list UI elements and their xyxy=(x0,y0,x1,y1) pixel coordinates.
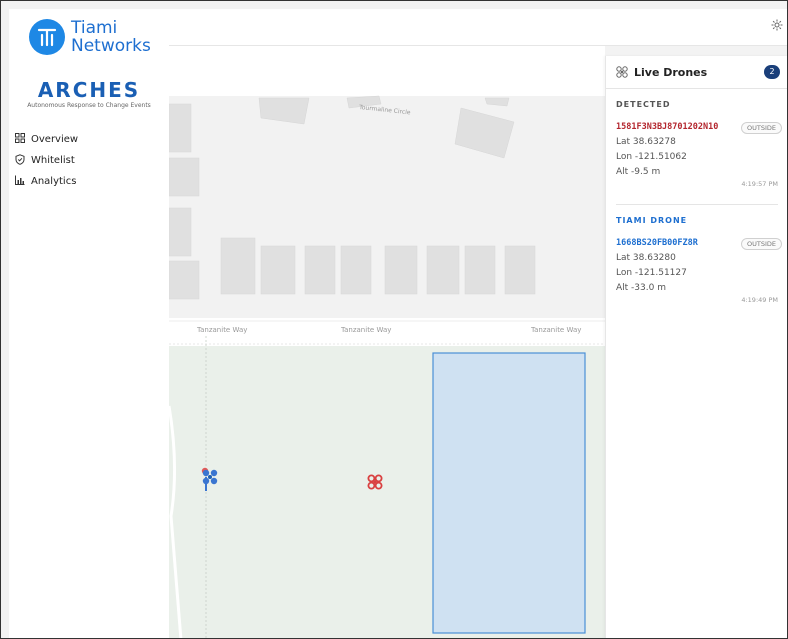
sidebar-item-label: Overview xyxy=(31,134,79,145)
tiami-logo: Tiami Networks xyxy=(29,19,151,55)
drone-lon: Lon -121.51062 xyxy=(616,152,687,162)
section-label: DETECTED xyxy=(616,100,671,109)
section-label: TIAMI DRONE xyxy=(616,216,688,225)
grid-icon xyxy=(13,133,27,146)
sidebar-item-overview[interactable]: Overview xyxy=(13,129,163,150)
sidebar-item-analytics[interactable]: Analytics xyxy=(13,171,163,192)
map-canvas: Tourmaline Circle Tanzanite Way Tanzanit… xyxy=(169,46,605,638)
map-view[interactable]: Tourmaline Circle Tanzanite Way Tanzanit… xyxy=(169,46,605,638)
logo-text: Tiami Networks xyxy=(71,19,151,55)
app-window: Tiami Networks ARCHES Autonomous Respons… xyxy=(0,0,788,639)
logo-line2: Networks xyxy=(71,36,151,56)
drone-card-tiami[interactable]: TIAMI DRONE 1668BS20FB00FZ8R OUTSIDE Lat… xyxy=(606,205,787,304)
drone-timestamp: 4:19:57 PM xyxy=(741,180,778,188)
street-label: Tanzanite Way xyxy=(530,326,581,334)
bar-chart-icon xyxy=(13,175,27,188)
panel-title: Live Drones xyxy=(634,65,708,79)
drone-card-detected[interactable]: DETECTED 1581F3N3BJ8701202N10 OUTSIDE La… xyxy=(606,89,787,205)
drone-lat: Lat 38.63280 xyxy=(616,253,676,263)
gear-icon[interactable] xyxy=(771,19,783,34)
drone-lat: Lat 38.63278 xyxy=(616,137,676,147)
sidebar-item-label: Whitelist xyxy=(31,155,75,166)
drone-alt: Alt -9.5 m xyxy=(616,167,661,177)
street-label: Tanzanite Way xyxy=(196,326,247,334)
sidebar-nav: Overview Whitelist Analytics xyxy=(13,129,163,192)
status-badge: OUTSIDE xyxy=(741,122,782,134)
sidebar-item-whitelist[interactable]: Whitelist xyxy=(13,150,163,171)
logo-line1: Tiami xyxy=(71,18,118,38)
drone-count-badge: 2 xyxy=(764,65,780,79)
sidebar: Tiami Networks ARCHES Autonomous Respons… xyxy=(9,9,170,638)
drone-alt: Alt -33.0 m xyxy=(616,283,666,293)
drone-icon xyxy=(616,63,628,82)
street-label: Tanzanite Way xyxy=(340,326,391,334)
live-drones-panel: Live Drones 2 DETECTED 1581F3N3BJ8701202… xyxy=(605,56,787,638)
tiami-logo-icon xyxy=(29,19,65,55)
drone-timestamp: 4:19:49 PM xyxy=(741,296,778,304)
top-header xyxy=(169,9,787,46)
drone-lon: Lon -121.51127 xyxy=(616,268,687,278)
panel-header: Live Drones 2 xyxy=(606,56,787,89)
sidebar-item-label: Analytics xyxy=(31,176,77,187)
status-badge: OUTSIDE xyxy=(741,238,782,250)
app-name: ARCHES xyxy=(37,78,141,102)
app-subtitle: Autonomous Response to Change Events xyxy=(27,102,151,109)
geofence-zone[interactable] xyxy=(432,352,586,634)
shield-icon xyxy=(13,153,27,168)
